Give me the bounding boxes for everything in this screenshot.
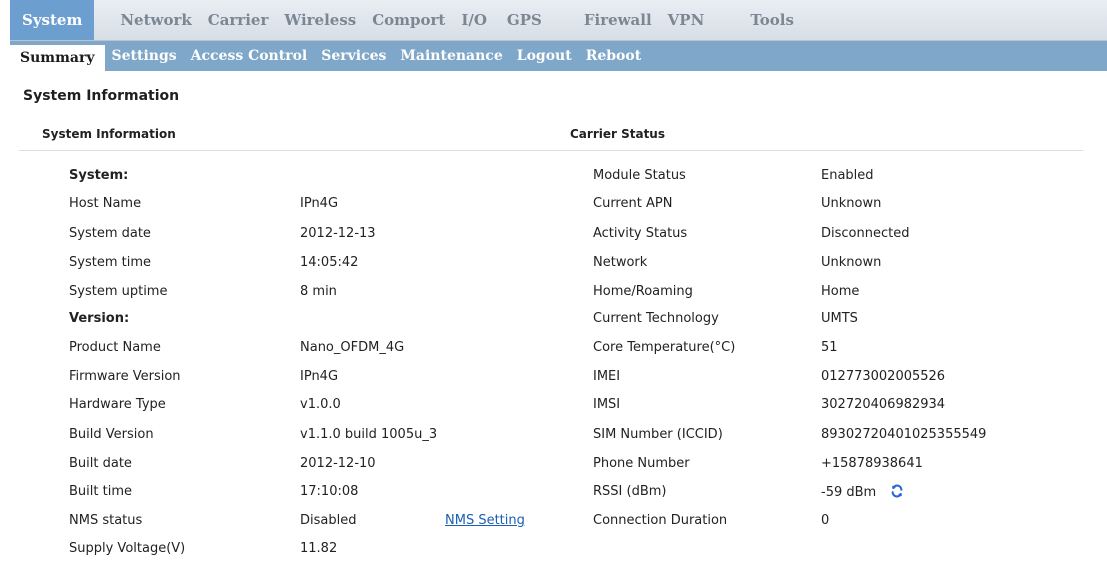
carrier-row: Home/Roaming Home	[0, 284, 1107, 304]
carrier-row: IMEI 012773002005526	[0, 369, 1107, 389]
carrier-label: RSSI (dBm)	[593, 484, 667, 499]
topnav-io[interactable]: I/O	[453, 0, 495, 40]
carrier-value: Home	[821, 284, 860, 299]
carrier-label: Phone Number	[593, 456, 690, 471]
carrier-label: Core Temperature(°C)	[593, 340, 736, 355]
carrier-row: SIM Number (ICCID) 89302720401025355549	[0, 427, 1107, 447]
carrier-value: UMTS	[821, 311, 858, 326]
carrier-row: Module Status Enabled	[0, 168, 1107, 188]
topnav-firewall[interactable]: Firewall	[576, 0, 660, 40]
carrier-value: +15878938641	[821, 456, 923, 471]
carrier-value: 89302720401025355549	[821, 427, 987, 442]
carrier-row: Network Unknown	[0, 255, 1107, 275]
topnav-system[interactable]: System	[10, 0, 95, 40]
sub-nav: Summary Settings Access Control Services…	[10, 41, 1107, 71]
rssi-value: -59 dBm	[821, 485, 877, 500]
tab-reboot[interactable]: Reboot	[579, 41, 648, 71]
section-carrier-status: Carrier Status	[570, 127, 665, 141]
carrier-label: Connection Duration	[593, 513, 728, 528]
carrier-label: Current Technology	[593, 311, 719, 326]
topnav-carrier[interactable]: Carrier	[200, 0, 277, 40]
carrier-label: SIM Number (ICCID)	[593, 427, 723, 442]
carrier-label: Module Status	[593, 168, 686, 183]
carrier-row: Connection Duration 0	[0, 513, 1107, 533]
carrier-row: Phone Number +15878938641	[0, 456, 1107, 476]
topnav-wireless[interactable]: Wireless	[276, 0, 364, 40]
section-system-information: System Information	[42, 127, 176, 141]
tab-maintenance[interactable]: Maintenance	[393, 41, 509, 71]
carrier-value: 51	[821, 340, 838, 355]
section-divider	[19, 150, 1083, 151]
carrier-row: Core Temperature(°C) 51	[0, 340, 1107, 360]
carrier-label: Current APN	[593, 196, 673, 211]
carrier-value: Enabled	[821, 168, 874, 183]
carrier-row: Current Technology UMTS	[0, 311, 1107, 331]
topnav-comport[interactable]: Comport	[364, 0, 453, 40]
topnav-vpn[interactable]: VPN	[660, 0, 713, 40]
topnav-gps[interactable]: GPS	[499, 0, 550, 40]
tab-logout[interactable]: Logout	[510, 41, 579, 71]
page-title: System Information	[23, 88, 180, 104]
app-frame: System Network Carrier Wireless Comport …	[10, 0, 1107, 560]
refresh-icon[interactable]	[890, 484, 904, 498]
carrier-value: Unknown	[821, 196, 882, 211]
tab-services[interactable]: Services	[314, 41, 393, 71]
carrier-row: Activity Status Disconnected	[0, 226, 1107, 246]
carrier-row: Current APN Unknown	[0, 196, 1107, 216]
carrier-label: Network	[593, 255, 648, 270]
info-row: Supply Voltage(V) 11.82	[0, 541, 560, 561]
carrier-label: IMSI	[593, 397, 621, 412]
carrier-value: 302720406982934	[821, 397, 946, 412]
topnav-network[interactable]: Network	[112, 0, 199, 40]
carrier-row: IMSI 302720406982934	[0, 397, 1107, 417]
info-value: 11.82	[300, 541, 338, 556]
tab-settings[interactable]: Settings	[105, 41, 184, 71]
carrier-label: IMEI	[593, 369, 621, 384]
carrier-value: 0	[821, 513, 830, 528]
carrier-label: Activity Status	[593, 226, 688, 241]
carrier-value: -59 dBm	[821, 484, 904, 500]
tab-access-control[interactable]: Access Control	[184, 41, 315, 71]
topnav-tools[interactable]: Tools	[742, 0, 802, 40]
tab-summary[interactable]: Summary	[10, 45, 105, 71]
carrier-value: Unknown	[821, 255, 882, 270]
top-nav: System Network Carrier Wireless Comport …	[10, 0, 1107, 41]
carrier-row: RSSI (dBm) -59 dBm	[0, 484, 1107, 504]
info-label: Supply Voltage(V)	[69, 541, 186, 556]
carrier-value: Disconnected	[821, 226, 910, 241]
carrier-value: 012773002005526	[821, 369, 946, 384]
carrier-label: Home/Roaming	[593, 284, 693, 299]
